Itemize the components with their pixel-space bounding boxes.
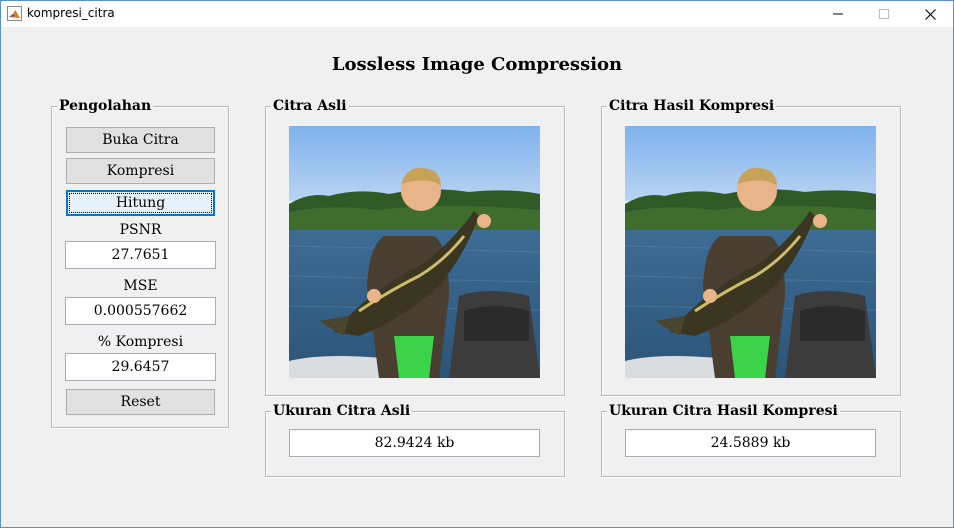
citra-asli-panel: Citra Asli: [265, 98, 565, 396]
matlab-icon: [7, 6, 22, 21]
app-window: kompresi_citra Lossless Image Compressio…: [0, 0, 954, 528]
hitung-button-label: Hitung: [115, 195, 166, 211]
ukuran-hasil-field[interactable]: 24.5889 kb: [625, 429, 876, 457]
psnr-field[interactable]: 27.7651: [65, 241, 216, 269]
original-image: [289, 126, 540, 378]
maximize-button[interactable]: [861, 1, 907, 27]
ukuran-asli-panel-title: Ukuran Citra Asli: [271, 403, 413, 419]
hitung-button[interactable]: Hitung: [66, 190, 215, 216]
minimize-icon: [833, 13, 843, 15]
title-bar: kompresi_citra: [1, 1, 953, 27]
psnr-label: PSNR: [119, 222, 162, 238]
kompresi-percent-field[interactable]: 29.6457: [65, 353, 216, 381]
ukuran-hasil-panel: Ukuran Citra Hasil Kompresi 24.5889 kb: [601, 403, 901, 477]
minimize-button[interactable]: [815, 1, 861, 27]
ukuran-asli-panel: Ukuran Citra Asli 82.9424 kb: [265, 403, 565, 477]
pengolahan-panel-title: Pengolahan: [57, 98, 154, 114]
buka-citra-button[interactable]: Buka Citra: [66, 127, 215, 153]
mse-label: MSE: [123, 278, 158, 294]
window-title: kompresi_citra: [27, 6, 115, 20]
reset-button[interactable]: Reset: [66, 389, 215, 415]
pengolahan-panel: Pengolahan Buka Citra Kompresi Hitung PS…: [51, 98, 229, 428]
page-title: Lossless Image Compression: [331, 54, 623, 75]
citra-asli-panel-title: Citra Asli: [271, 98, 349, 114]
citra-hasil-panel: Citra Hasil Kompresi: [601, 98, 901, 396]
mse-field[interactable]: 0.000557662: [65, 297, 216, 325]
compressed-image: [625, 126, 876, 378]
kompresi-percent-label: % Kompresi: [97, 334, 184, 350]
kompresi-button[interactable]: Kompresi: [66, 158, 215, 184]
maximize-icon: [879, 9, 889, 19]
ukuran-asli-field[interactable]: 82.9424 kb: [289, 429, 540, 457]
close-button[interactable]: [907, 1, 953, 27]
close-icon: [924, 8, 936, 20]
citra-hasil-panel-title: Citra Hasil Kompresi: [607, 98, 777, 114]
ukuran-hasil-panel-title: Ukuran Citra Hasil Kompresi: [607, 403, 840, 419]
